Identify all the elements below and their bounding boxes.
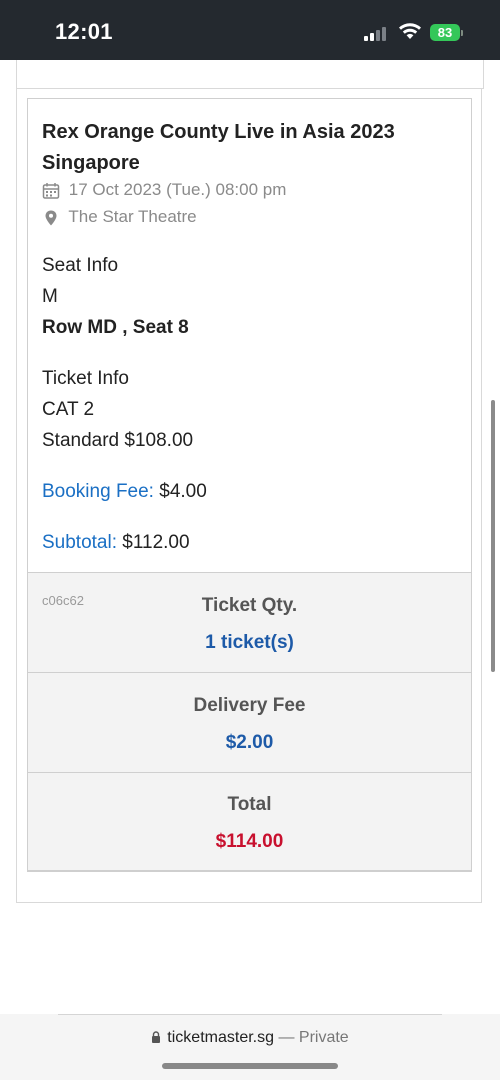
wifi-icon (399, 23, 421, 39)
seat-row-seat: Row MD , Seat 8 (42, 317, 189, 338)
url-display[interactable]: ticketmaster.sg — Private (0, 1029, 500, 1047)
ticket-qty-section: c06c62 Ticket Qty. 1 ticket(s) (27, 572, 472, 672)
url-domain: ticketmaster.sg (167, 1029, 274, 1046)
total-value: $114.00 (215, 831, 284, 852)
event-date: 17 Oct 2023 (Tue.) 08:00 pm (68, 180, 287, 199)
lock-icon (152, 1031, 161, 1043)
subtotal-value: $112.00 (122, 532, 190, 553)
private-mode-label: — Private (278, 1029, 349, 1046)
home-indicator[interactable] (162, 1063, 338, 1069)
total-section: Total $114.00 (27, 772, 472, 872)
ticket-price: Standard $108.00 (42, 430, 194, 451)
battery-indicator: 83 (430, 24, 460, 41)
map-pin-icon (45, 210, 57, 226)
ticket-qty-label: Ticket Qty. (201, 595, 298, 616)
total-label: Total (227, 794, 272, 815)
booking-fee-row: Booking Fee: $4.00 (42, 481, 207, 503)
booking-fee-value: $4.00 (159, 481, 207, 502)
battery-level: 83 (437, 25, 453, 40)
event-title: Rex Orange County Live in Asia 2023 Sing… (42, 121, 395, 174)
ticket-info-label: Ticket Info (42, 368, 129, 389)
event-venue-row: The Star Theatre (42, 207, 197, 227)
subtotal-row: Subtotal: $112.00 (42, 532, 190, 554)
delivery-fee-label: Delivery Fee (193, 695, 306, 716)
delivery-fee-value: $2.00 (225, 732, 274, 753)
booking-fee-label: Booking Fee: (42, 481, 154, 502)
status-time: 12:01 (55, 19, 113, 44)
delivery-fee-section: Delivery Fee $2.00 (27, 672, 472, 772)
battery-tip (461, 30, 463, 36)
ticket-category: CAT 2 (42, 399, 95, 420)
page-scrollbar[interactable] (491, 400, 495, 672)
seat-section: M (42, 286, 58, 307)
browser-address-bar[interactable]: ticketmaster.sg — Private (0, 1014, 500, 1080)
ticket-qty-value: 1 ticket(s) (205, 632, 294, 653)
status-bar: 12:01 83 (0, 0, 500, 60)
address-bar-divider (58, 1014, 442, 1015)
seat-info-label: Seat Info (42, 255, 119, 276)
event-date-row: 17 Oct 2023 (Tue.) 08:00 pm (42, 180, 286, 200)
cellular-signal-icon (364, 25, 392, 41)
event-venue: The Star Theatre (68, 207, 197, 226)
previous-section-box (16, 60, 484, 89)
calendar-icon (42, 182, 60, 199)
subtotal-label: Subtotal: (42, 532, 117, 553)
